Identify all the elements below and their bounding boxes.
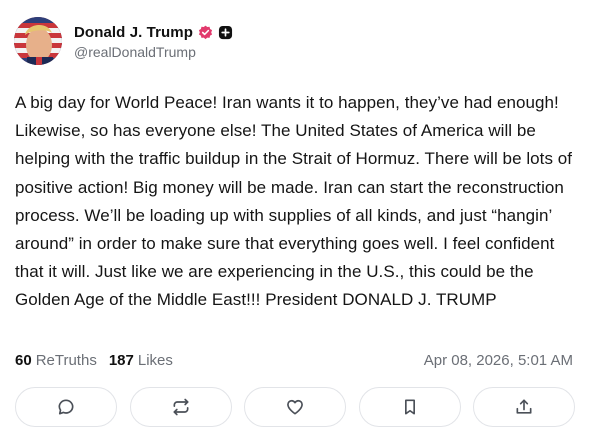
action-bar <box>15 387 575 429</box>
plus-badge-icon <box>218 25 233 40</box>
retruth-icon <box>171 397 191 417</box>
post-stats: 60 ReTruths 187 Likes Apr 08, 2026, 5:01… <box>15 349 573 371</box>
name-row: Donald J. Trump <box>74 22 233 42</box>
post-timestamp[interactable]: Apr 08, 2026, 5:01 AM <box>424 352 573 369</box>
author-handle[interactable]: @realDonaldTrump <box>74 44 233 60</box>
retruths-label[interactable]: ReTruths <box>36 352 97 369</box>
bookmark-button[interactable] <box>358 387 461 427</box>
like-button[interactable] <box>244 387 346 427</box>
post-header: Donald J. Trump @realDonaldTrump <box>14 16 233 66</box>
author-info: Donald J. Trump @realDonaldTrump <box>74 22 233 60</box>
reply-button[interactable] <box>15 387 117 427</box>
bookmark-icon <box>400 397 420 417</box>
avatar-image <box>14 17 62 65</box>
avatar[interactable] <box>14 17 62 65</box>
author-display-name[interactable]: Donald J. Trump <box>74 24 193 41</box>
retruth-button[interactable] <box>129 387 232 427</box>
share-button[interactable] <box>473 387 575 427</box>
like-heart-icon <box>285 397 305 417</box>
verified-badge-icon <box>198 25 213 40</box>
reply-icon <box>56 397 76 417</box>
post-body-text: A big day for World Peace! Iran wants it… <box>15 93 573 310</box>
retruths-count[interactable]: 60 <box>15 352 32 369</box>
likes-count[interactable]: 187 <box>109 352 134 369</box>
share-icon <box>514 397 534 417</box>
likes-label[interactable]: Likes <box>138 352 173 369</box>
